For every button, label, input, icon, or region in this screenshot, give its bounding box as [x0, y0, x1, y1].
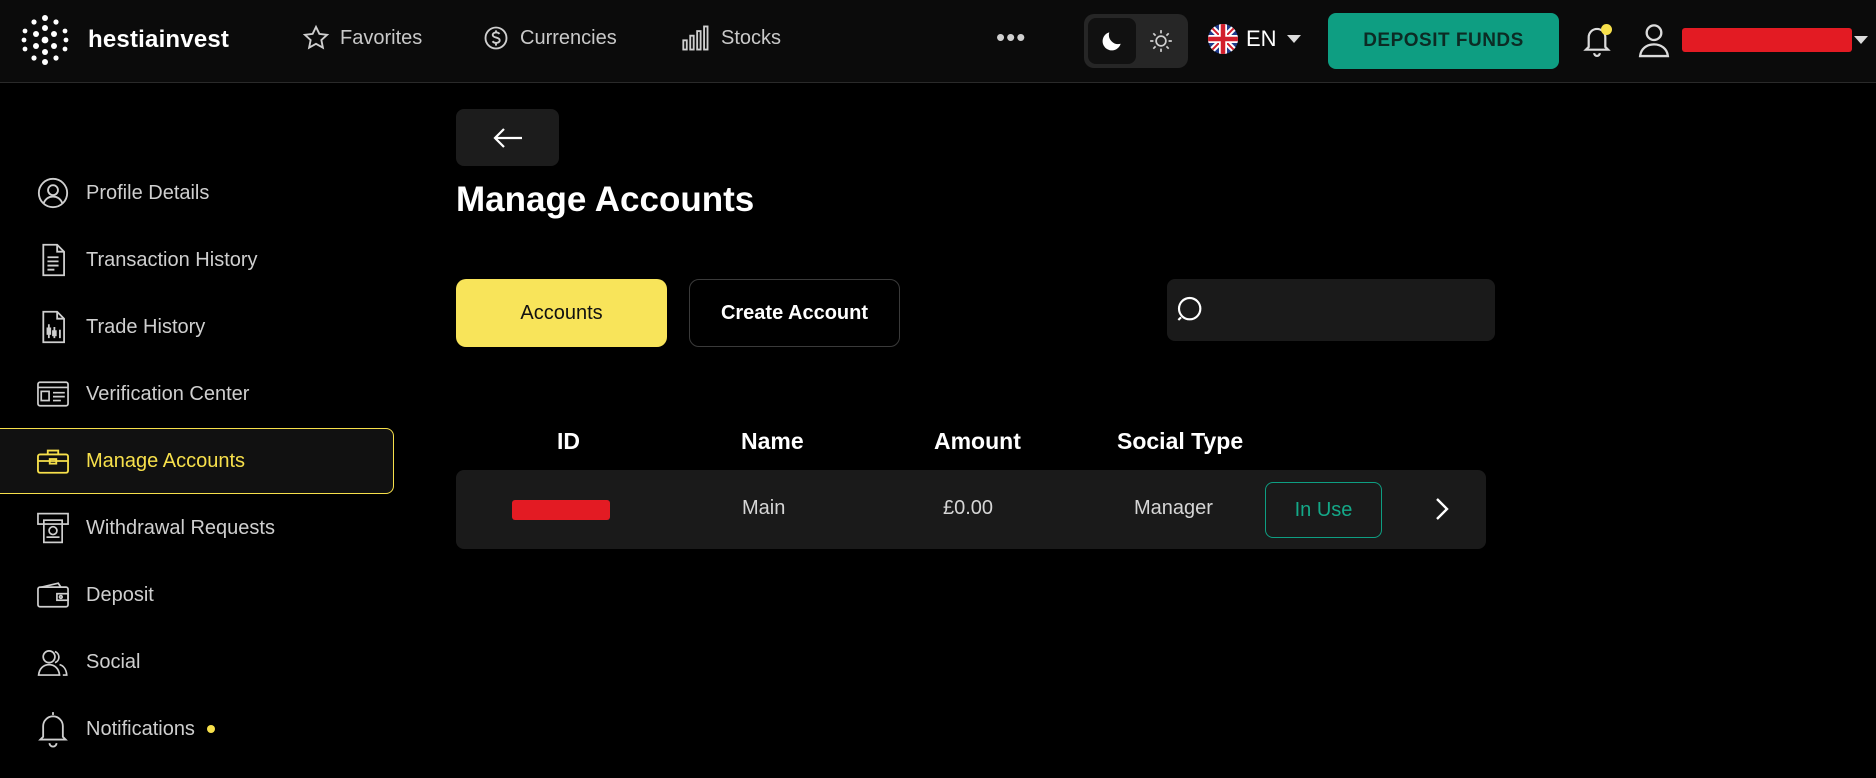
nav-stocks[interactable]: Stocks [681, 24, 781, 52]
atm-icon [36, 511, 70, 545]
notification-dot [1601, 24, 1612, 35]
sidebar-item-trade-history[interactable]: Trade History [0, 294, 394, 360]
sidebar-item-social[interactable]: Social [0, 629, 394, 695]
theme-toggle[interactable] [1084, 14, 1188, 68]
column-header-amount: Amount [934, 428, 1021, 454]
account-social-type: Manager [1134, 497, 1213, 519]
sidebar-item-label: Social [86, 650, 141, 673]
sidebar-item-label: Notifications [86, 717, 195, 740]
sidebar-item-label: Manage Accounts [86, 449, 245, 472]
search-box [1167, 279, 1495, 341]
notification-dot [206, 725, 215, 733]
nav-favorites-label: Favorites [340, 26, 423, 49]
top-navbar: hestiainvest Favorites Currencies Stocks… [0, 0, 1876, 83]
sidebar-item-verification-center[interactable]: Verification Center [0, 361, 394, 427]
sidebar-item-transaction-history[interactable]: Transaction History [0, 227, 394, 293]
sidebar-item-profile-details[interactable]: Profile Details [0, 160, 394, 226]
caret-down-icon[interactable] [1852, 34, 1870, 46]
search-input[interactable] [1215, 290, 1485, 330]
light-mode-button[interactable] [1138, 18, 1184, 64]
star-icon [302, 24, 330, 50]
brand-logo[interactable]: hestiainvest [20, 14, 229, 66]
sidebar-item-label: Trade History [86, 315, 206, 338]
users-icon [36, 645, 70, 679]
user-circle-icon [36, 176, 70, 210]
deposit-funds-button[interactable]: DEPOSIT FUNDS [1328, 13, 1559, 69]
in-use-status-button[interactable]: In Use [1265, 482, 1382, 538]
nav-favorites[interactable]: Favorites [302, 24, 422, 52]
currency-icon [484, 26, 508, 50]
sidebar-item-notifications[interactable]: Notifications [0, 696, 394, 762]
id-card-icon [36, 377, 70, 411]
nav-currencies[interactable]: Currencies [482, 24, 617, 52]
more-menu-button[interactable]: ••• [996, 22, 1026, 53]
brand-name: hestiainvest [88, 26, 230, 53]
chevron-right-icon[interactable] [1432, 494, 1452, 524]
tab-accounts[interactable]: Accounts [456, 279, 667, 347]
caret-down-icon [1286, 35, 1301, 43]
sidebar-item-label: Profile Details [86, 181, 210, 204]
sidebar-item-label: Deposit [86, 583, 154, 606]
language-selector[interactable]: EN [1208, 24, 1303, 54]
nav-currencies-label: Currencies [520, 26, 617, 49]
sun-icon [1150, 30, 1172, 52]
language-label: EN [1246, 26, 1277, 51]
column-header-social-type: Social Type [1117, 428, 1244, 454]
page-title: Manage Accounts [456, 180, 755, 219]
sidebar-item-manage-accounts[interactable]: Manage Accounts [0, 428, 394, 494]
moon-icon [1102, 32, 1121, 51]
bar-chart-icon [682, 25, 709, 51]
dot-grid-logo-icon [21, 15, 69, 65]
sidebar-item-withdrawal-requests[interactable]: Withdrawal Requests [0, 495, 394, 561]
briefcase-icon [36, 444, 70, 478]
account-name: Main [742, 497, 786, 519]
sidebar-item-label: Transaction History [86, 248, 258, 271]
sidebar-item-deposit[interactable]: Deposit [0, 562, 394, 628]
uk-flag-icon [1208, 24, 1238, 54]
column-header-id: ID [557, 428, 580, 454]
sidebar-item-label: Withdrawal Requests [86, 516, 275, 539]
account-id-redacted [512, 500, 610, 520]
wallet-icon [36, 578, 70, 612]
column-header-name: Name [741, 428, 804, 454]
user-name-redacted[interactable] [1682, 28, 1852, 52]
back-button[interactable] [456, 109, 559, 166]
dark-mode-button[interactable] [1088, 18, 1136, 64]
bell-icon [36, 712, 70, 748]
user-icon[interactable] [1636, 21, 1672, 59]
sidebar-item-label: Verification Center [86, 382, 250, 405]
nav-stocks-label: Stocks [721, 26, 782, 49]
search-icon [1177, 296, 1202, 321]
trade-document-icon [36, 310, 70, 344]
arrow-left-icon [492, 127, 522, 148]
document-icon [36, 243, 70, 277]
tab-create-account[interactable]: Create Account [689, 279, 900, 347]
table-row[interactable]: Main £0.00 Manager In Use [456, 470, 1486, 549]
account-amount: £0.00 [943, 497, 994, 519]
